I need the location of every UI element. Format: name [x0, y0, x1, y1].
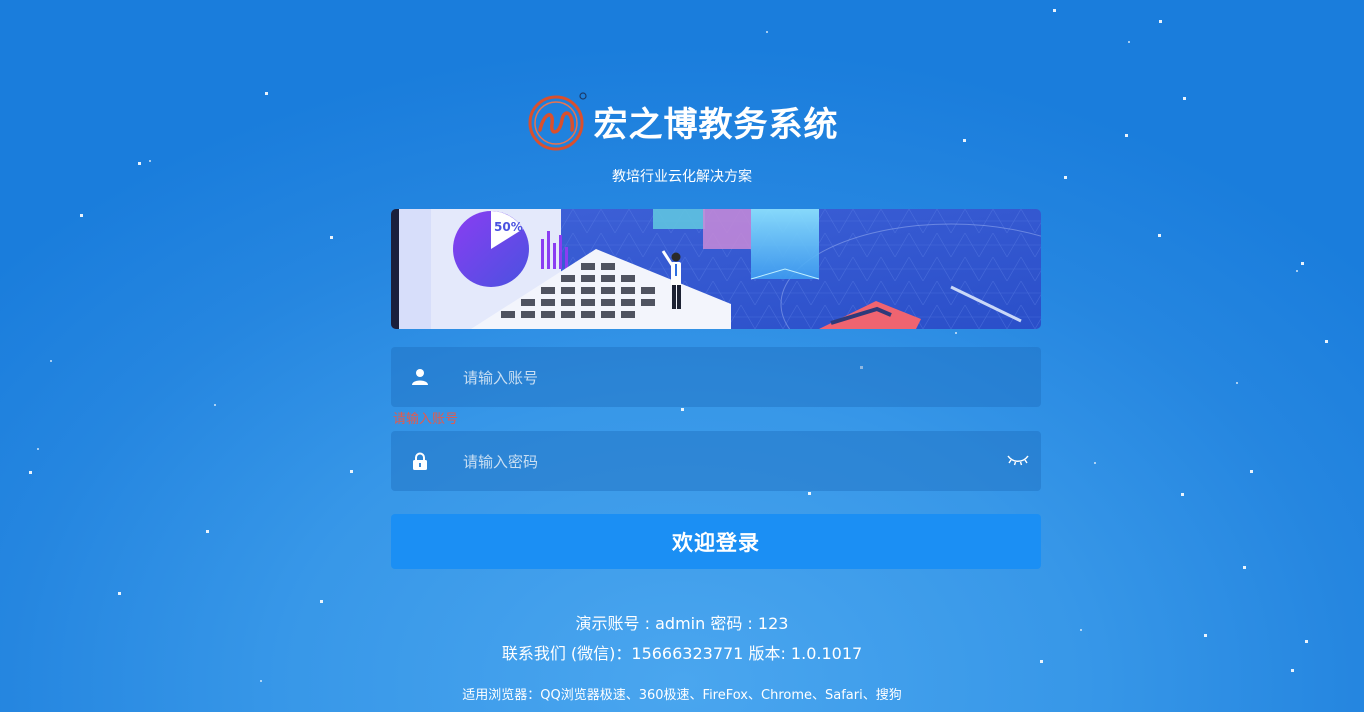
contact-version-info: 联系我们 (微信)：15666323771 版本: 1.0.1017 [501, 644, 863, 663]
star-dot [1296, 270, 1298, 272]
star-dot [80, 214, 83, 217]
star-dot [149, 160, 151, 162]
banner-illustration: 50% [391, 209, 1041, 329]
account-error-message: 请输入账号 [393, 412, 459, 427]
brand-header: 宏之博教务系统 [0, 90, 1364, 152]
star-dot [138, 162, 141, 165]
star-dot [1301, 262, 1304, 265]
star-dot [260, 680, 262, 682]
star-dot [330, 236, 333, 239]
star-dot [1181, 493, 1184, 496]
account-input[interactable] [461, 347, 985, 409]
login-button[interactable]: 欢迎登录 [391, 514, 1041, 569]
brand-title: 宏之博教务系统 [593, 104, 839, 145]
star-dot [214, 404, 216, 406]
star-dot [50, 360, 52, 362]
star-dot [1236, 382, 1238, 384]
star-dot [206, 530, 209, 533]
star-dot [1250, 470, 1253, 473]
password-input[interactable] [461, 431, 985, 493]
brand-subtitle: 教培行业云化解决方案 [612, 169, 752, 185]
star-dot [1325, 340, 1328, 343]
star-dot [1094, 462, 1096, 464]
lock-icon [413, 452, 427, 470]
demo-account-info: 演示账号 : admin 密码 : 123 [575, 614, 789, 633]
login-banner: 50% [391, 209, 1041, 329]
supported-browsers-info: 适用浏览器：QQ浏览器极速、360极速、FireFox、Chrome、Safar… [462, 688, 902, 703]
star-dot [1291, 669, 1294, 672]
star-dot [1159, 20, 1162, 23]
banner-percent-label: 50% [494, 220, 523, 234]
star-dot [766, 31, 768, 33]
brand-logo [528, 92, 587, 151]
star-dot [118, 592, 121, 595]
star-dot [350, 470, 353, 473]
password-field[interactable] [391, 431, 1041, 493]
user-icon [412, 369, 428, 385]
star-dot [1128, 41, 1130, 43]
account-field[interactable] [391, 347, 1041, 409]
star-dot [1158, 234, 1161, 237]
star-dot [1053, 9, 1056, 12]
star-dot [320, 600, 323, 603]
star-dot [1243, 566, 1246, 569]
star-dot [37, 448, 39, 450]
star-dot [29, 471, 32, 474]
star-dot [955, 332, 957, 334]
eye-closed-icon[interactable] [1007, 453, 1029, 467]
star-dot [1204, 634, 1207, 637]
